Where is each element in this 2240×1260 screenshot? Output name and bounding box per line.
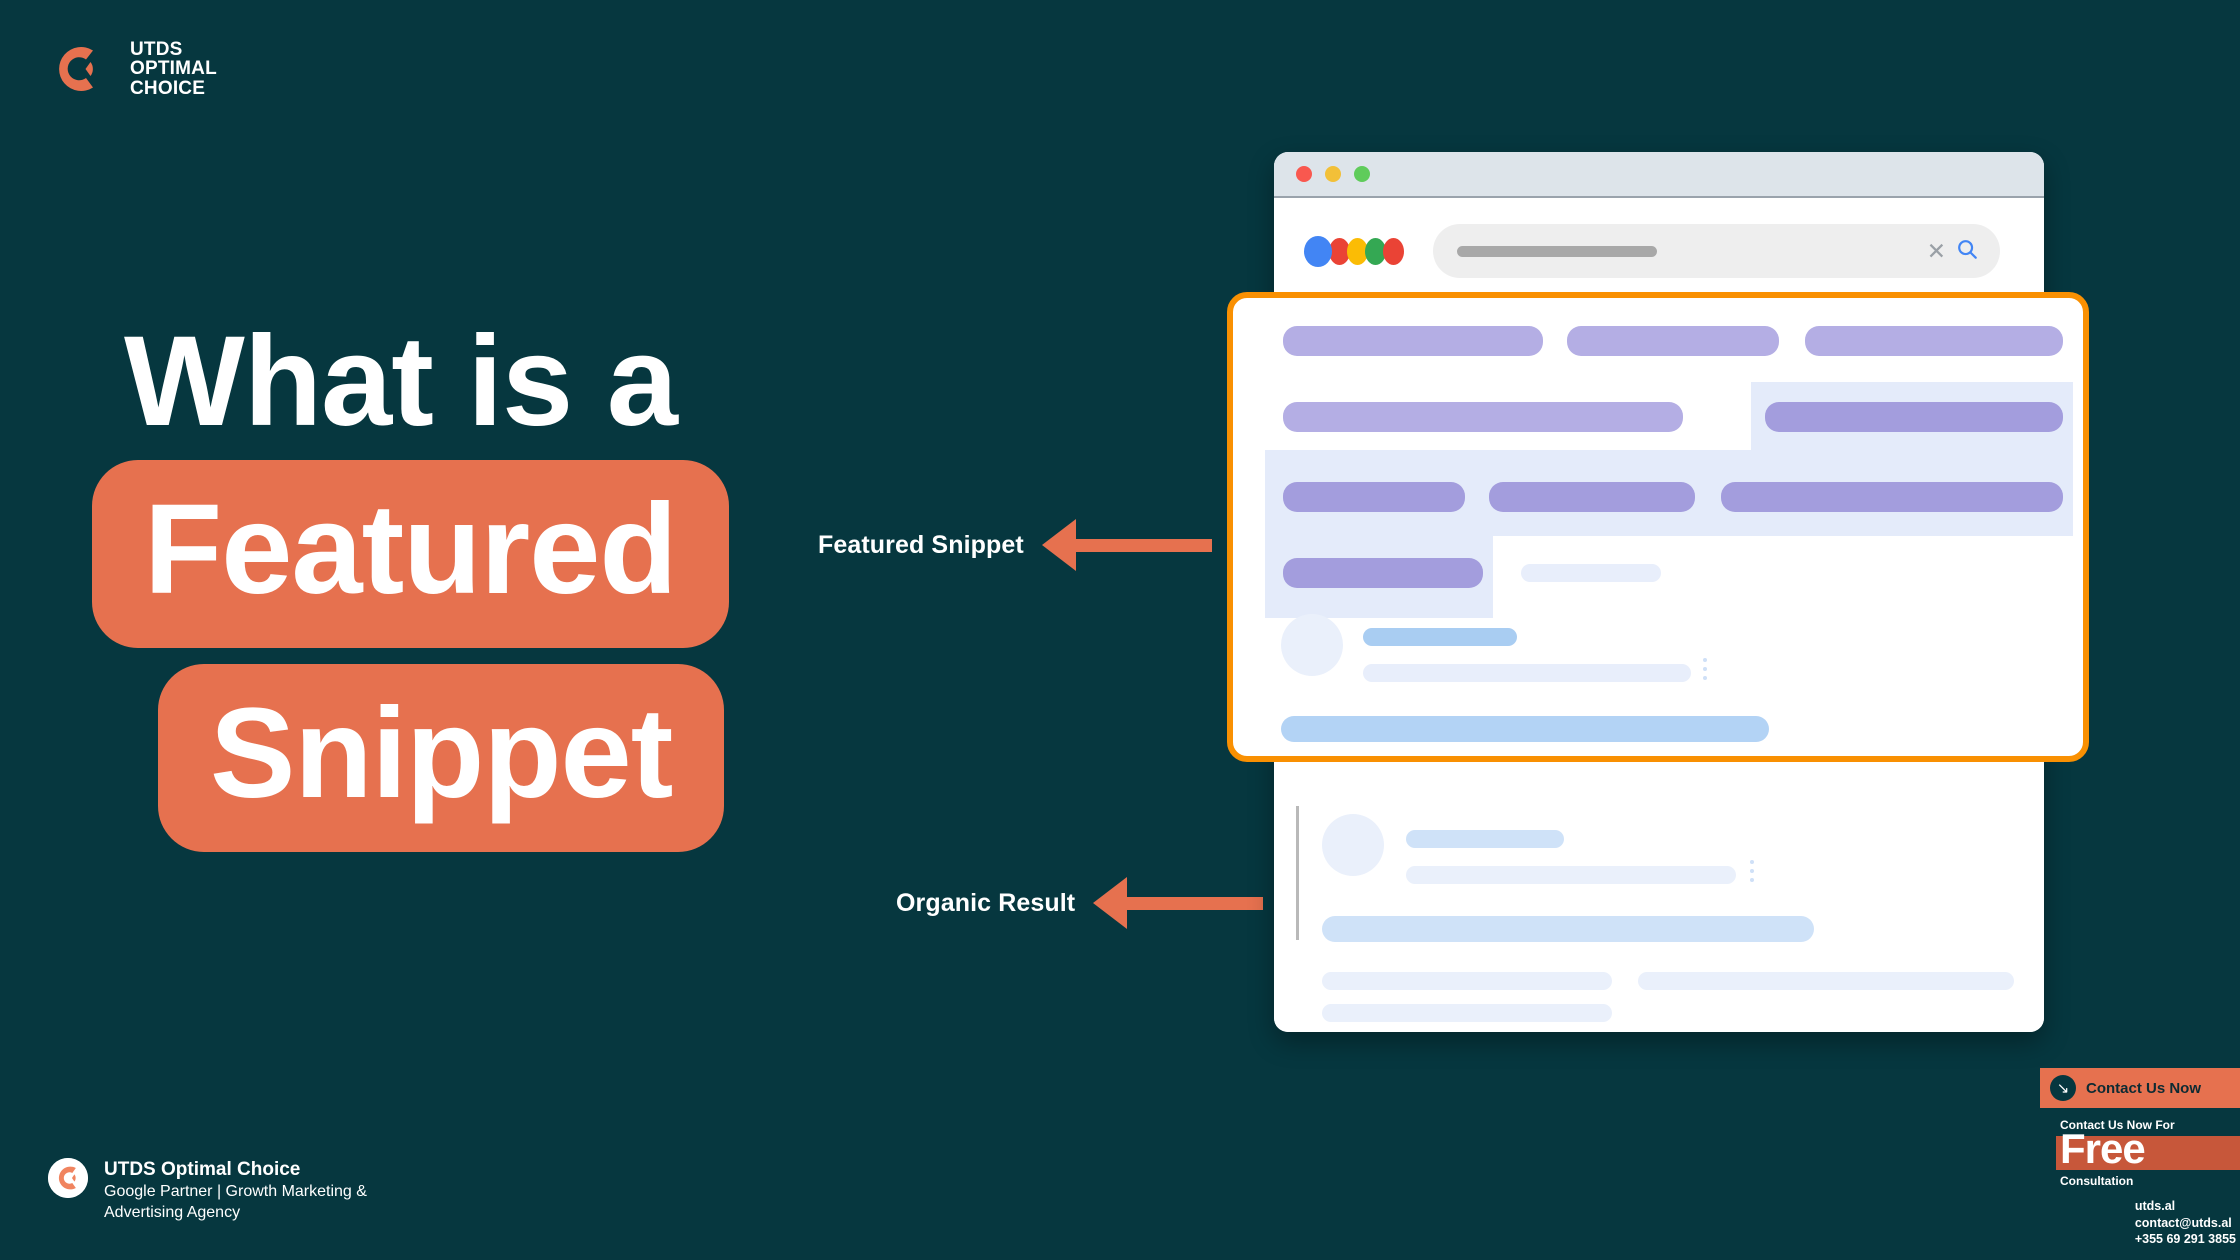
result-avatar	[1322, 814, 1384, 876]
utds-circle-logo-icon	[52, 41, 108, 97]
callout-featured-snippet: Featured Snippet	[818, 519, 1212, 571]
headline-line-2: Featured	[92, 460, 729, 648]
search-icon[interactable]	[1956, 238, 1978, 265]
footer-company-name: UTDS Optimal Choice	[104, 1159, 301, 1180]
snippet-text-bar	[1721, 482, 2063, 512]
callout-featured-snippet-label: Featured Snippet	[818, 530, 1024, 559]
arrow-down-right-icon: ↘	[2050, 1075, 2076, 1101]
google-dots-logo-icon	[1304, 235, 1404, 267]
snippet-text-bar	[1283, 402, 1683, 432]
contact-phone[interactable]: +355 69 291 3855	[2135, 1231, 2236, 1248]
result-avatar	[1281, 614, 1343, 676]
result-snippet-bar	[1322, 972, 1612, 990]
snippet-text-bar	[1283, 558, 1483, 588]
promo-bottom-line: Consultation	[2060, 1174, 2134, 1188]
headline-line-1: What is a	[124, 310, 678, 453]
result-url-bar	[1363, 664, 1691, 682]
search-bar-row: ✕	[1274, 198, 2044, 278]
snippet-text-bar	[1805, 326, 2063, 356]
snippet-text-bar	[1489, 482, 1695, 512]
callout-organic-result-label: Organic Result	[896, 888, 1076, 917]
arrow-left-icon	[1093, 877, 1264, 929]
headline-line-3: Snippet	[158, 664, 725, 852]
brand-line-3: CHOICE	[130, 77, 206, 99]
result-snippet-bar	[1322, 1004, 1612, 1022]
browser-titlebar	[1274, 152, 2044, 198]
free-consultation-promo: Contact Us Now For Free Consultation	[2030, 1118, 2240, 1188]
result-title-bar	[1363, 628, 1517, 646]
snippet-text-bar	[1765, 402, 2063, 432]
footer-tagline: Google Partner | Growth Marketing & Adve…	[104, 1182, 367, 1221]
maximize-window-button[interactable]	[1354, 166, 1370, 182]
result-snippet-bar	[1638, 972, 2014, 990]
callout-organic-result: Organic Result	[896, 877, 1264, 929]
browser-window: ✕	[1227, 152, 2089, 1032]
snippet-text-bar	[1283, 326, 1543, 356]
result-headline-bar	[1281, 716, 1769, 742]
contact-website[interactable]: utds.al	[2135, 1198, 2236, 1215]
contact-details: utds.al contact@utds.al +355 69 291 3855	[2061, 1198, 2236, 1248]
headline-row-2: Featured	[92, 460, 912, 648]
brand-line-1: UTDS	[130, 39, 183, 60]
contact-us-now-label: Contact Us Now	[2086, 1079, 2202, 1097]
close-window-button[interactable]	[1296, 166, 1312, 182]
promo-free-word: Free	[2060, 1125, 2146, 1172]
close-icon[interactable]: ✕	[1927, 239, 1946, 263]
page-title: What is a Featured Snippet	[92, 318, 912, 852]
headline-row-3: Snippet	[158, 664, 912, 852]
browser-content: ✕	[1227, 198, 2089, 1032]
result-options-menu-icon[interactable]	[1703, 658, 1707, 680]
featured-snippet-card[interactable]	[1227, 292, 2089, 762]
search-query-placeholder	[1457, 245, 1657, 257]
footer-text: UTDS Optimal Choice Google Partner | Gro…	[104, 1158, 434, 1223]
search-input[interactable]: ✕	[1433, 224, 2000, 278]
snippet-text-bar	[1283, 482, 1465, 512]
result-headline-bar	[1322, 916, 1814, 942]
snippet-text-bar	[1567, 326, 1779, 356]
brand-line-2: OPTIMAL	[130, 58, 217, 80]
contact-email[interactable]: contact@utds.al	[2135, 1215, 2236, 1232]
organic-result-rule	[1296, 806, 1299, 940]
result-title-bar	[1406, 830, 1564, 848]
organic-result-block[interactable]	[1274, 798, 2044, 1032]
snippet-text-bar	[1521, 564, 1661, 582]
footer-brand: UTDS Optimal Choice Google Partner | Gro…	[48, 1158, 434, 1223]
arrow-left-icon	[1041, 519, 1212, 571]
contact-us-now-button[interactable]: ↘ Contact Us Now	[2040, 1068, 2240, 1108]
utds-circle-logo-icon	[48, 1158, 88, 1198]
brand-name-text: UTDS OPTIMAL CHOICE	[130, 39, 217, 99]
brand-lockup: UTDS OPTIMAL CHOICE	[52, 40, 217, 98]
result-url-bar	[1406, 866, 1736, 884]
result-options-menu-icon[interactable]	[1750, 860, 1754, 882]
minimize-window-button[interactable]	[1325, 166, 1341, 182]
